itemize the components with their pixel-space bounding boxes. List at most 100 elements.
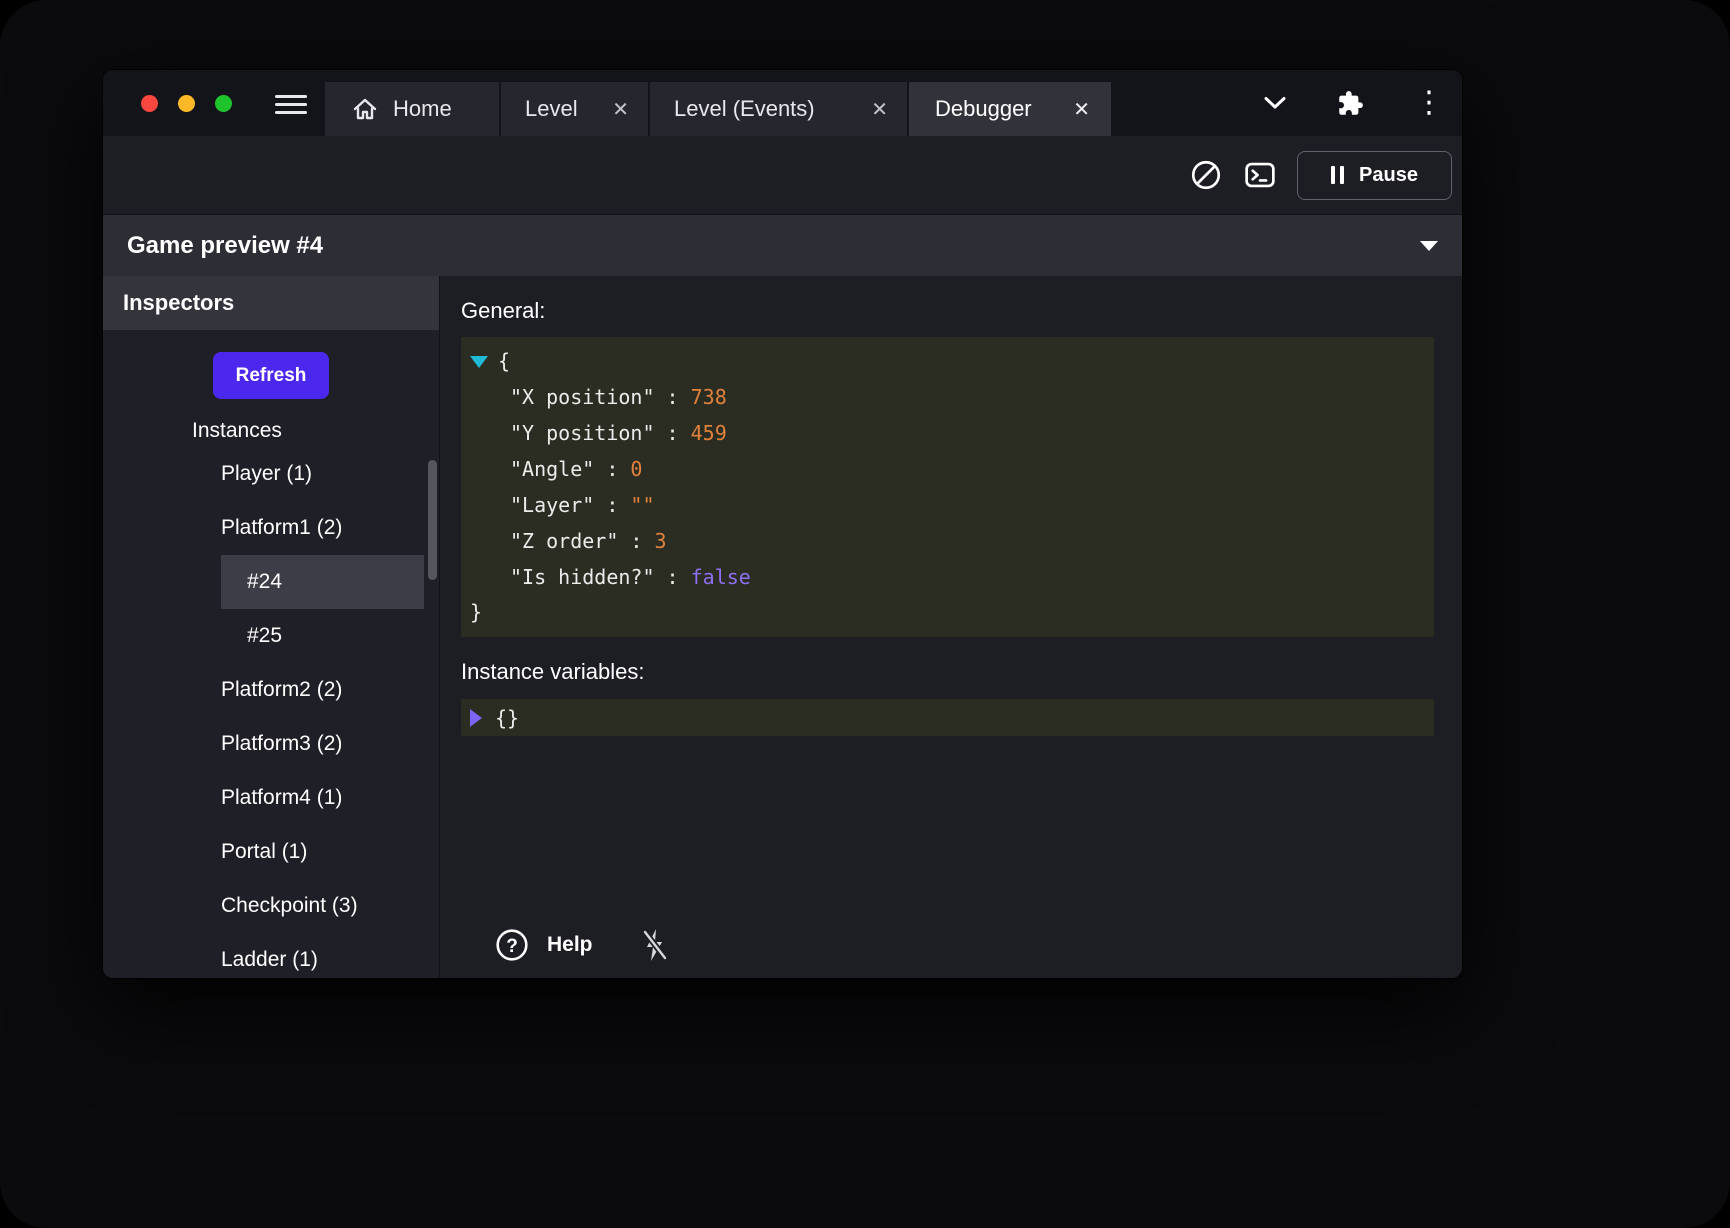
json-property-row: "Layer" : "" [470, 487, 1422, 523]
inspector-detail: General: { "X position" : 738 "Y positio… [440, 276, 1462, 978]
close-tab-icon[interactable]: ✕ [1073, 97, 1090, 121]
tab-label: Home [393, 96, 452, 122]
json-value[interactable]: 459 [691, 421, 727, 445]
puzzle-piece-icon [1337, 90, 1364, 117]
debugger-content: Inspectors Refresh Instances Player (1) … [103, 276, 1462, 978]
instance-label: #25 [247, 624, 282, 648]
tab-level[interactable]: Level ✕ [501, 82, 648, 136]
json-value[interactable]: false [691, 565, 751, 589]
json-key: "Y position" [510, 421, 655, 445]
instance-tree-item[interactable]: Portal (1) [103, 825, 439, 879]
instance-label: Platform4 (1) [221, 786, 342, 810]
tabs-overflow-chevron-button[interactable] [1263, 96, 1287, 110]
json-key: "Angle" [510, 457, 594, 481]
sidebar-scrollbar-thumb[interactable] [428, 460, 437, 580]
vertical-dots-icon: ⋮ [1414, 88, 1444, 118]
json-colon: : [655, 385, 691, 409]
json-property-row: "Y position" : 459 [470, 415, 1422, 451]
instance-label: Player (1) [221, 462, 312, 486]
json-property-row: "Z order" : 3 [470, 523, 1422, 559]
instance-tree-item[interactable]: Platform1 (2) [103, 501, 439, 555]
instance-tree-item[interactable]: Player (1) [103, 447, 439, 501]
json-colon: : [594, 457, 630, 481]
json-key: "Layer" [510, 493, 594, 517]
json-property-row: "X position" : 738 [470, 379, 1422, 415]
instance-tree-item[interactable]: Checkpoint (3) [103, 879, 439, 933]
traffic-light-zoom[interactable] [215, 95, 232, 112]
general-json-view: { "X position" : 738 "Y position" : 459 … [461, 337, 1434, 637]
instance-label: Platform1 (2) [221, 516, 342, 540]
collapse-triangle-icon[interactable] [470, 356, 488, 368]
pause-icon [1331, 166, 1344, 184]
console-button[interactable] [1243, 158, 1277, 192]
tab-level-events[interactable]: Level (Events) ✕ [650, 82, 907, 136]
help-button[interactable]: ? Help [494, 927, 593, 963]
flash-off-button[interactable] [639, 927, 669, 963]
instance-label: Platform2 (2) [221, 678, 342, 702]
instance-tree-item[interactable]: Platform2 (2) [103, 663, 439, 717]
refresh-button[interactable]: Refresh [213, 352, 329, 399]
tab-label: Debugger [935, 96, 1032, 122]
instance-tree-item[interactable]: #24 [221, 555, 424, 609]
pause-button[interactable]: Pause [1297, 151, 1452, 200]
close-tab-icon[interactable]: ✕ [871, 97, 888, 121]
close-tab-icon[interactable]: ✕ [612, 97, 629, 121]
inspectors-header: Inspectors [103, 276, 439, 330]
instance-label: #24 [247, 570, 282, 594]
json-key: "X position" [510, 385, 655, 409]
expand-triangle-icon[interactable] [470, 709, 482, 727]
instance-tree-item[interactable]: Platform4 (1) [103, 771, 439, 825]
json-colon: : [655, 421, 691, 445]
inspectors-panel: Inspectors Refresh Instances Player (1) … [103, 276, 440, 978]
home-icon [352, 97, 378, 121]
general-section-label: General: [461, 298, 1434, 324]
console-icon [1243, 158, 1277, 192]
json-property-row: "Angle" : 0 [470, 451, 1422, 487]
main-menu-button[interactable] [275, 95, 307, 114]
instance-label: Checkpoint (3) [221, 894, 358, 918]
json-value[interactable]: 3 [655, 529, 667, 553]
tab-bar: Home Level ✕ Level (Events) ✕ Debugger ✕ [103, 70, 1462, 136]
json-key: "Is hidden?" [510, 565, 655, 589]
json-value[interactable]: 738 [691, 385, 727, 409]
json-value[interactable]: 0 [630, 457, 642, 481]
instances-tree-root[interactable]: Instances [103, 419, 439, 443]
instance-variables-label: Instance variables: [461, 659, 1434, 685]
traffic-light-minimize[interactable] [178, 95, 195, 112]
instance-label: Ladder (1) [221, 948, 318, 972]
instance-tree: Player (1) Platform1 (2) #24 #25 [103, 447, 439, 978]
svg-text:?: ? [506, 936, 518, 957]
open-brace: { [498, 344, 510, 379]
flash-off-icon [639, 927, 669, 963]
gauge-slash-icon [1189, 158, 1223, 192]
pause-button-label: Pause [1359, 164, 1418, 187]
instance-label: Portal (1) [221, 840, 307, 864]
instance-tree-item[interactable]: Ladder (1) [103, 933, 439, 978]
extensions-button[interactable] [1337, 90, 1364, 117]
tab-home[interactable]: Home [325, 82, 499, 136]
close-brace: } [470, 595, 482, 630]
debugger-toolbar: Pause [103, 136, 1462, 214]
json-open-row: { [470, 344, 1422, 379]
app-window: Home Level ✕ Level (Events) ✕ Debugger ✕ [103, 70, 1462, 978]
editor-tabs: Home Level ✕ Level (Events) ✕ Debugger ✕ [325, 82, 1111, 136]
tab-debugger[interactable]: Debugger ✕ [909, 82, 1111, 136]
overflow-menu-button[interactable]: ⋮ [1414, 88, 1444, 118]
help-circle-icon: ? [494, 927, 530, 963]
json-key: "Z order" [510, 529, 618, 553]
json-colon: : [618, 529, 654, 553]
traffic-light-close[interactable] [141, 95, 158, 112]
inspector-footer: ? Help [461, 924, 1434, 966]
collapsed-object: {} [495, 706, 519, 730]
json-close-row: } [470, 595, 1422, 630]
json-colon: : [655, 565, 691, 589]
json-entries: "X position" : 738 "Y position" : 459 "A… [470, 379, 1422, 595]
performance-profiler-button[interactable] [1189, 158, 1223, 192]
instance-tree-item[interactable]: Platform3 (2) [103, 717, 439, 771]
json-value[interactable]: "" [630, 493, 654, 517]
instance-tree-item[interactable]: #25 [221, 609, 424, 663]
tab-bar-actions: ⋮ [1263, 70, 1444, 136]
chevron-down-icon [1263, 96, 1287, 110]
tab-label: Level [525, 96, 578, 122]
game-preview-selector[interactable]: Game preview #4 [103, 214, 1462, 276]
